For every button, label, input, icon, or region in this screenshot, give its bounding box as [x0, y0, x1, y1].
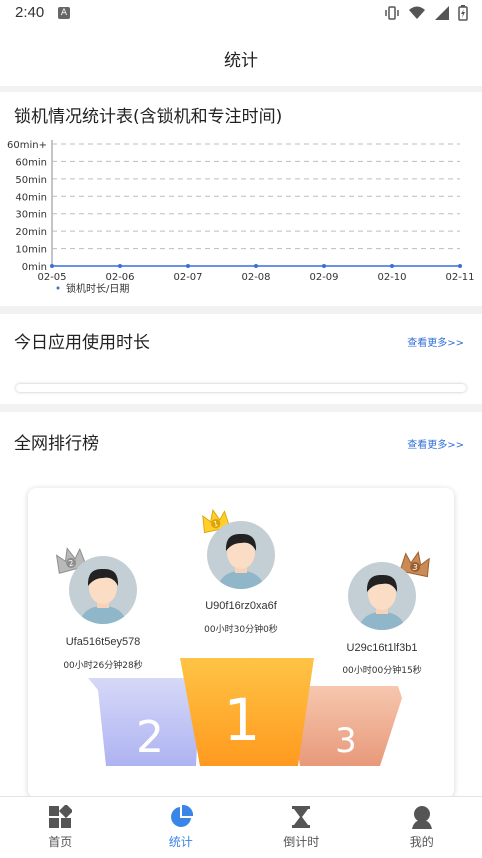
user-avatar-icon [358, 574, 406, 630]
chart-x-tick-label: 02-07 [173, 272, 202, 283]
rank-first-time: 00小时30分钟0秒 [204, 625, 278, 635]
app-usage-title: 今日应用使用时长 [14, 333, 150, 353]
chart-data-point[interactable] [186, 264, 190, 268]
podium-blocks: 2 3 1 [88, 658, 402, 766]
chart-y-tick-label: 40min [15, 192, 47, 203]
leaderboard-podium: 2 1 3 Ufa516t5ey578 00小时26分钟28秒 U90f16rz… [28, 488, 454, 798]
tab-countdown[interactable]: 倒计时 [241, 797, 362, 858]
status-time: 2:40 [15, 4, 45, 21]
rank-first-name: U90f16rz0xa6f [205, 600, 277, 612]
avatar-second[interactable] [69, 556, 137, 624]
chart-x-tick-label: 02-11 [445, 272, 474, 283]
status-icons [384, 5, 468, 21]
home-grid-icon [49, 805, 73, 828]
battery-icon [458, 5, 468, 21]
legend-label: 锁机时长/日期 [66, 282, 129, 295]
chart-y-tick-label: 60min [15, 157, 47, 168]
chart-x-tick-label: 02-08 [241, 272, 270, 283]
user-avatar-icon [217, 533, 265, 589]
chart-data-point[interactable] [254, 264, 258, 268]
tab-home-label: 首页 [48, 835, 73, 849]
avatar-first[interactable] [207, 521, 275, 589]
signal-icon [435, 6, 449, 20]
app-usage-more-link[interactable]: 查看更多>> [407, 334, 464, 349]
rank-second-name: Ufa516t5ey578 [65, 636, 141, 648]
ranking-more-link[interactable]: 查看更多>> [407, 436, 464, 451]
chart-x-tick-label: 02-06 [105, 272, 134, 283]
title-bar: 统计 [0, 28, 482, 86]
podium-second-number: 2 [136, 712, 164, 763]
user-avatar-icon [79, 568, 127, 624]
chart-x-tick-label: 02-09 [309, 272, 338, 283]
tab-statistics[interactable]: 统计 [121, 797, 242, 858]
chart-data-point[interactable] [50, 264, 54, 268]
podium-first-number: 1 [224, 686, 261, 754]
tab-mine[interactable]: 我的 [362, 797, 482, 858]
lock-chart-title: 锁机情况统计表(含锁机和专注时间) [14, 107, 283, 127]
ranking-title: 全网排行榜 [14, 434, 99, 454]
tab-statistics-label: 统计 [168, 835, 193, 849]
chart-x-tick-label: 02-05 [37, 272, 66, 283]
hourglass-icon [292, 806, 311, 828]
legend-marker [56, 286, 60, 290]
app-usage-progress-track [16, 384, 466, 392]
status-bar: 2:40 A [0, 0, 482, 28]
chart-y-tick-label: 10min [15, 245, 47, 256]
lock-chart: 0min10min20min30min40min50min60min60min+… [7, 140, 475, 295]
vibrate-icon [385, 6, 399, 20]
notification-app-icon: A [58, 7, 70, 19]
chart-y-tick-label: 50min [15, 175, 47, 186]
chart-x-tick-label: 02-10 [377, 272, 406, 283]
wifi-icon [409, 6, 425, 19]
chart-y-tick-label: 60min+ [7, 140, 47, 151]
pie-chart-icon [170, 805, 193, 827]
tab-countdown-label: 倒计时 [283, 835, 320, 849]
tab-home[interactable]: 首页 [0, 797, 121, 858]
user-icon [411, 806, 432, 829]
page-title: 统计 [224, 51, 258, 71]
chart-data-point[interactable] [118, 264, 122, 268]
bottom-tab-bar: 首页 统计 倒计时 我的 [0, 796, 482, 858]
chart-y-tick-label: 20min [15, 227, 47, 238]
rank-third-name: U29c16t1lf3b1 [346, 642, 418, 654]
avatar-third[interactable] [348, 562, 416, 630]
podium-third-number: 3 [335, 721, 357, 761]
chart-data-point[interactable] [458, 264, 462, 268]
chart-data-point[interactable] [322, 264, 326, 268]
tab-mine-label: 我的 [409, 835, 434, 849]
chart-y-tick-label: 30min [15, 210, 47, 221]
chart-data-point[interactable] [390, 264, 394, 268]
